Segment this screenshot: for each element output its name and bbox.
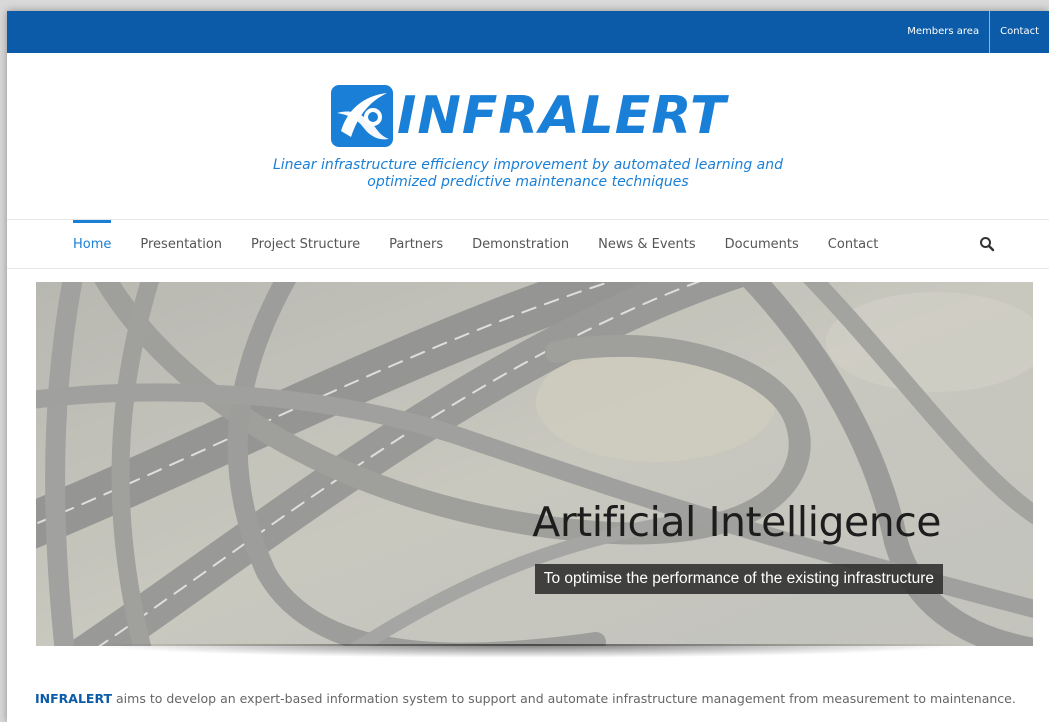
site-logo[interactable]: INFRALERT <box>329 81 727 151</box>
nav-item-demonstration[interactable]: Demonstration <box>472 220 569 268</box>
members-area-link[interactable]: Members area <box>897 11 989 53</box>
nav-item-contact[interactable]: Contact <box>828 220 879 268</box>
web-page: Members area Contact INFRALERT Linear in… <box>7 11 1049 722</box>
intro-text: aims to develop an expert-based informat… <box>112 691 1016 706</box>
top-links: Members area Contact <box>897 11 1049 53</box>
top-contact-link[interactable]: Contact <box>989 11 1049 53</box>
hero-title: Artificial Intelligence <box>532 498 941 546</box>
nav-items: Home Presentation Project Structure Part… <box>73 220 907 268</box>
hero-shadow <box>87 644 967 658</box>
infralert-logo-mark-icon <box>329 83 395 149</box>
hero-subtitle: To optimise the performance of the exist… <box>534 564 943 594</box>
main-nav: Home Presentation Project Structure Part… <box>7 219 1049 269</box>
nav-item-documents[interactable]: Documents <box>725 220 799 268</box>
nav-item-partners[interactable]: Partners <box>389 220 443 268</box>
tagline-line-1: Linear infrastructure efficiency improve… <box>272 157 784 173</box>
nav-item-home[interactable]: Home <box>73 220 112 268</box>
intro-brand: INFRALERT <box>35 691 113 706</box>
search-icon[interactable] <box>979 236 995 252</box>
nav-item-news-events[interactable]: News & Events <box>598 220 696 268</box>
nav-item-project-structure[interactable]: Project Structure <box>251 220 360 268</box>
site-tagline: Linear infrastructure efficiency improve… <box>7 157 1049 191</box>
nav-item-presentation[interactable]: Presentation <box>140 220 222 268</box>
hero-slider[interactable]: Artificial Intelligence To optimise the … <box>36 282 1033 646</box>
intro-paragraph: INFRALERT aims to develop an expert-base… <box>35 689 1025 708</box>
logo-area: INFRALERT Linear infrastructure efficien… <box>7 53 1049 221</box>
tagline-line-2: optimized predictive maintenance techniq… <box>367 174 689 190</box>
top-bar: Members area Contact <box>7 11 1049 53</box>
logo-wordmark: INFRALERT <box>397 86 727 146</box>
